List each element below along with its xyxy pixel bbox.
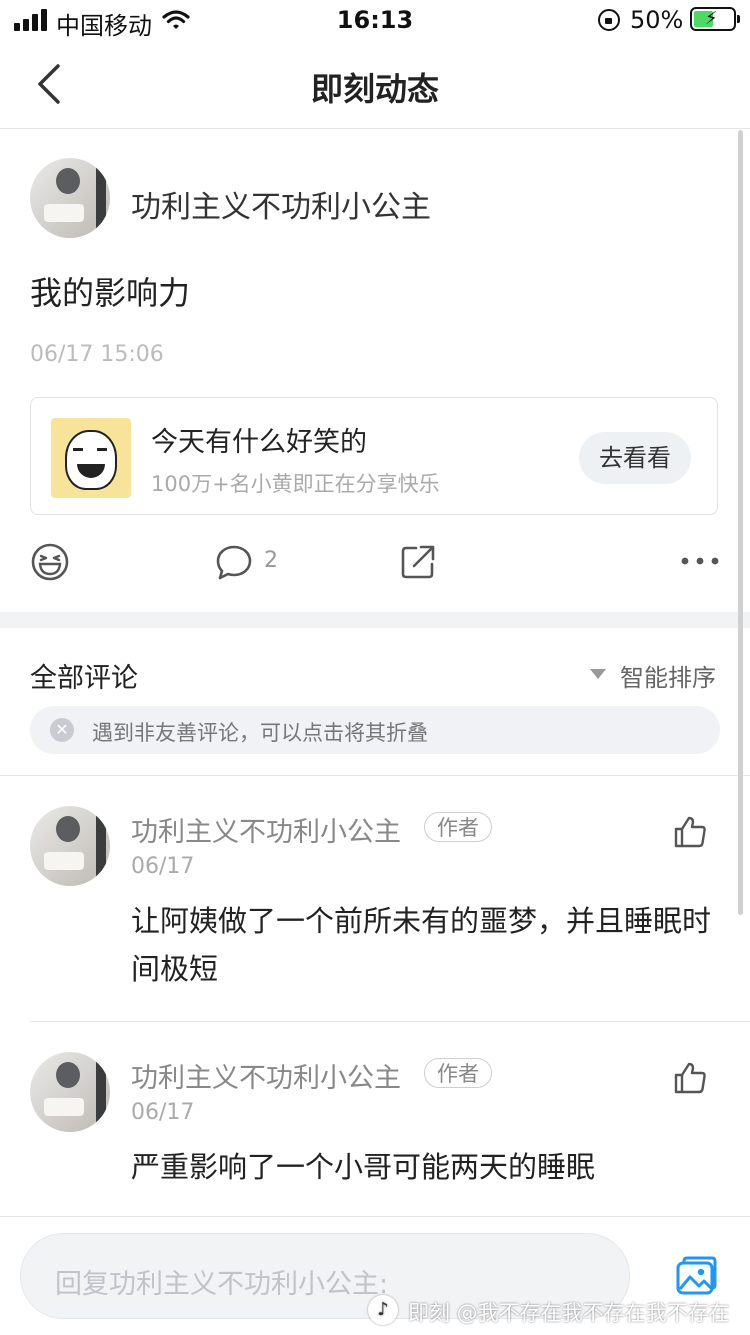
reply-bar: 回复功利主义不功利小公主: ♪ 即刻 @我不存在我不存在我不存在 [0, 1216, 750, 1335]
topic-thumbnail [51, 418, 131, 498]
topic-title: 今天有什么好笑的 [151, 427, 367, 458]
fold-tip[interactable]: ✕ 遇到非友善评论，可以点击将其折叠 [30, 706, 720, 754]
laugh-react-icon[interactable] [30, 542, 70, 582]
charging-bolt-icon: ⚡ [705, 8, 718, 29]
reply-placeholder: 回复功利主义不功利小公主: [55, 1269, 389, 1300]
go-see-button[interactable]: 去看看 [579, 432, 691, 484]
avatar[interactable] [30, 1052, 110, 1132]
author-badge: 作者 [424, 812, 492, 842]
comment-author-name[interactable]: 功利主义不功利小公主 [131, 1056, 401, 1095]
battery-icon: ⚡ [690, 7, 740, 31]
comment-text: 让阿姨做了一个前所未有的噩梦，并且睡眠时间极短 [131, 904, 712, 986]
avatar[interactable] [30, 158, 110, 238]
comment-timestamp: 06/17 [131, 1100, 195, 1125]
like-icon[interactable] [672, 814, 708, 850]
more-icon[interactable] [680, 556, 720, 566]
sort-caret-icon[interactable] [590, 669, 606, 679]
divider [0, 775, 750, 776]
battery-percent: 50% [630, 6, 684, 34]
jike-logo-icon: ♪ [368, 1295, 398, 1325]
divider [30, 1021, 750, 1022]
comment-count: 2 [264, 548, 278, 573]
topic-subtitle: 100万+名小黄即正在分享快乐 [151, 472, 440, 496]
close-icon[interactable]: ✕ [50, 718, 74, 742]
section-divider [0, 612, 750, 628]
status-bar: 中国移动 16:13 50% ⚡ [0, 0, 750, 42]
post-text: 我的影响力 [30, 274, 191, 312]
comment-timestamp: 06/17 [131, 854, 195, 879]
topic-card[interactable]: 今天有什么好笑的 100万+名小黄即正在分享快乐 去看看 [30, 397, 718, 515]
watermark-text: 即刻 @我不存在我不存在我不存在 [408, 1301, 730, 1325]
image-icon[interactable] [674, 1255, 718, 1299]
avatar[interactable] [30, 806, 110, 886]
comment-text: 严重影响了一个小哥可能两天的睡眠 [131, 1150, 596, 1184]
post-actions: 2 [0, 538, 750, 588]
comment-author-name[interactable]: 功利主义不功利小公主 [131, 810, 401, 849]
share-icon[interactable] [398, 542, 438, 582]
post-author-name[interactable]: 功利主义不功利小公主 [131, 182, 431, 226]
like-icon[interactable] [672, 1060, 708, 1096]
page-title: 即刻动态 [310, 70, 439, 108]
fold-tip-text: 遇到非友善评论，可以点击将其折叠 [92, 721, 428, 745]
rotation-lock-icon [598, 9, 620, 31]
comments-title: 全部评论 [30, 663, 138, 694]
nav-bar: 即刻动态 [0, 42, 750, 129]
post-timestamp: 06/17 15:06 [30, 342, 164, 367]
comment-icon[interactable] [214, 542, 254, 582]
author-badge: 作者 [424, 1058, 492, 1088]
scrollbar[interactable] [738, 130, 743, 915]
sort-button[interactable]: 智能排序 [620, 658, 716, 693]
